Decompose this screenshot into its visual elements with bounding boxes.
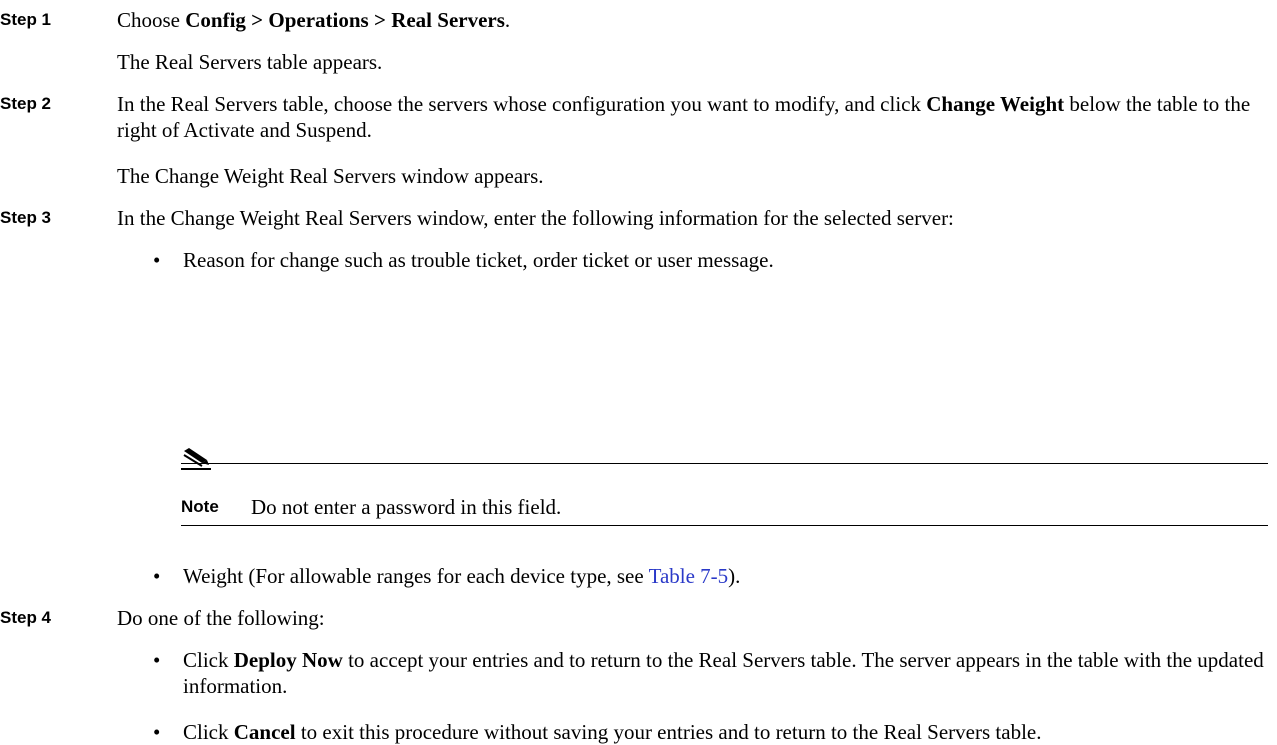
step-2-label: Step 2 bbox=[0, 94, 52, 113]
note-top-rule bbox=[181, 463, 1268, 464]
step-3-bullet-reason: Reason for change such as trouble ticket… bbox=[183, 248, 774, 272]
bullet-marker: • bbox=[153, 720, 161, 744]
deploy-now-button-ref: Deploy Now bbox=[233, 648, 343, 672]
step-3-bullet-weight: Weight (For allowable ranges for each de… bbox=[183, 564, 741, 588]
step-1-instruction: Choose Config > Operations > Real Server… bbox=[117, 8, 511, 32]
table-7-5-link[interactable]: Table 7-5 bbox=[649, 564, 729, 588]
step-3-label: Step 3 bbox=[0, 208, 52, 227]
bullet-marker: • bbox=[153, 648, 161, 672]
menu-path: Config > Operations > Real Servers bbox=[185, 8, 505, 32]
bullet-marker: • bbox=[153, 248, 161, 272]
step-4-label: Step 4 bbox=[0, 608, 52, 627]
step-3-instruction: In the Change Weight Real Servers window… bbox=[117, 206, 954, 230]
note-text: Do not enter a password in this field. bbox=[251, 495, 562, 519]
note-bottom-rule bbox=[181, 525, 1268, 526]
pencil-note-icon bbox=[181, 448, 211, 470]
step-4-bullet-deploy: Click Deploy Now to accept your entries … bbox=[183, 648, 1264, 698]
step-2-instruction: In the Real Servers table, choose the se… bbox=[117, 92, 1251, 142]
step-4-instruction: Do one of the following: bbox=[117, 606, 325, 630]
step-4-bullet-cancel: Click Cancel to exit this procedure with… bbox=[183, 720, 1042, 744]
step-2-result: The Change Weight Real Servers window ap… bbox=[117, 164, 544, 188]
step-1-result: The Real Servers table appears. bbox=[117, 50, 383, 74]
note-label: Note bbox=[181, 497, 219, 516]
bullet-marker: • bbox=[153, 564, 161, 588]
cancel-button-ref: Cancel bbox=[233, 720, 296, 744]
change-weight-button-ref: Change Weight bbox=[926, 92, 1065, 116]
step-1-label: Step 1 bbox=[0, 10, 52, 29]
